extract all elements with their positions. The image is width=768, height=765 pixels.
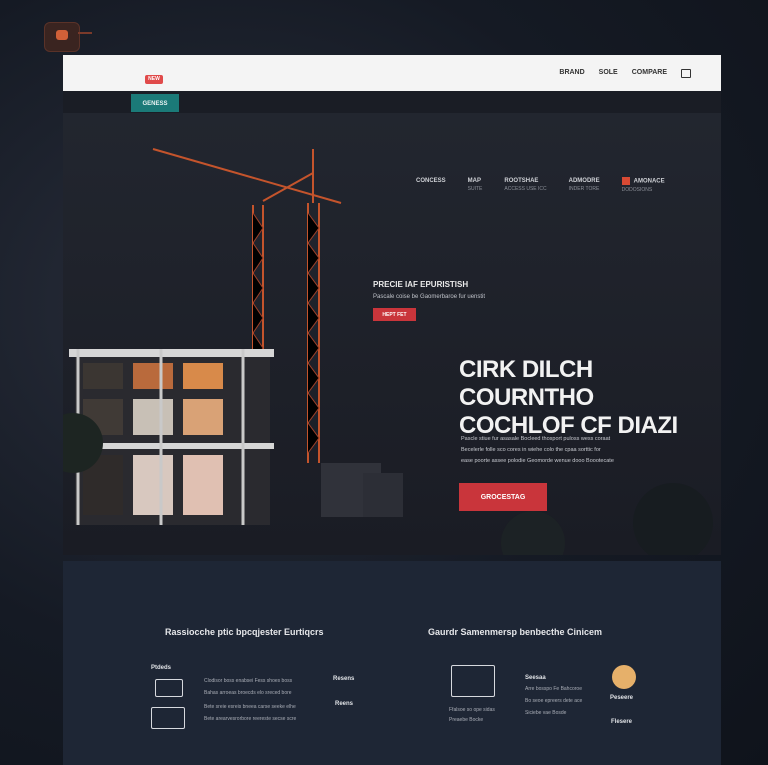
nav-links: BRAND SOLE COMPARE: [559, 69, 691, 78]
genres-button[interactable]: GENESS: [131, 94, 179, 112]
right-section-title: Gaurdr Samenmersp benbecthe Cinicem: [428, 627, 603, 637]
left-section-title: Rassiocche ptic bpcqjester Eurtiqcrs: [165, 627, 324, 637]
nav-link-brand[interactable]: BRAND: [559, 69, 584, 78]
intro-button[interactable]: HEPT FET: [373, 308, 416, 321]
website-preview: NEW BRAND SOLE COMPARE CONCESS MAP SUITE…: [63, 55, 721, 555]
hero-scene: CONCESS MAP SUITE ROOTSHAE ACCESS USE ICC …: [63, 113, 721, 555]
brand-logo[interactable]: NEW: [145, 75, 163, 84]
camera-logo-icon: [44, 22, 94, 52]
mail-icon: [451, 665, 495, 697]
avatar: [612, 665, 636, 689]
left-label: Ptdeds: [151, 665, 172, 671]
services-section: Rassiocche ptic bpcqjester Eurtiqcrs Gau…: [63, 561, 721, 765]
intro-subtitle: Pascale coise be Gaomerbaroe fur uenstit: [373, 294, 486, 300]
info-item-4[interactable]: AMONACE DODOSIONS: [621, 177, 665, 194]
hero-title: CIRK DILCH COURNTHO COCHLOF CF DIAZI: [459, 356, 678, 439]
info-row: CONCESS MAP SUITE ROOTSHAE ACCESS USE ICC …: [416, 177, 665, 194]
info-item-1[interactable]: MAP SUITE: [468, 177, 483, 194]
hero-cta-button[interactable]: GROCESTAG: [459, 483, 547, 511]
document-icon: [155, 679, 183, 697]
info-item-3[interactable]: ADMODRE INDER TORE: [569, 177, 600, 194]
info-item-2[interactable]: ROOTSHAE ACCESS USE ICC: [504, 177, 546, 194]
flag-icon: [621, 177, 630, 185]
nav-link-compare[interactable]: COMPARE: [632, 69, 667, 78]
intro-title: PRECIE IAF EPURISTISH: [373, 280, 469, 289]
menu-icon[interactable]: [681, 69, 691, 78]
hero-description: Pascle stiue fur asasale Bocleed thospor…: [461, 436, 614, 464]
calendar-icon: [151, 707, 185, 729]
nav-link-sole[interactable]: SOLE: [599, 69, 618, 78]
info-item-0[interactable]: CONCESS: [416, 177, 446, 194]
top-navbar: NEW BRAND SOLE COMPARE: [63, 55, 721, 91]
